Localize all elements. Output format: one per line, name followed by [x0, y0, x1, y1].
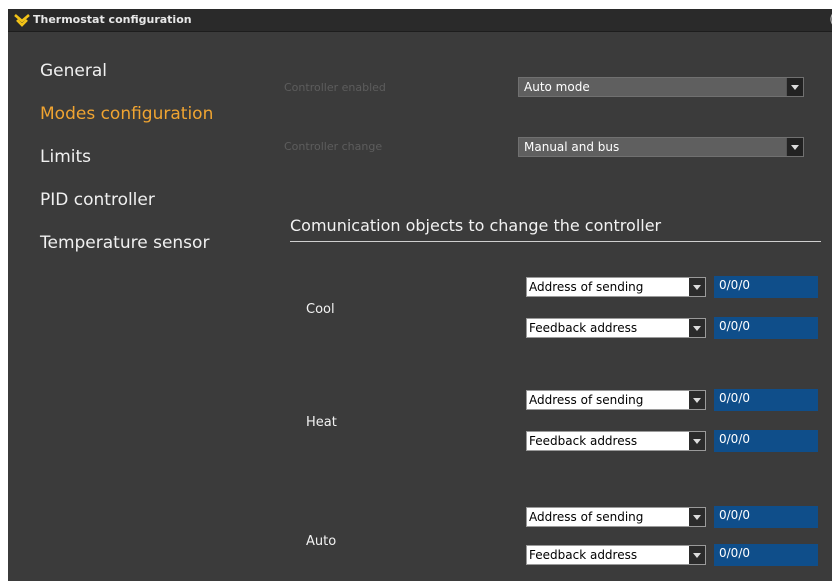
- nav-item-limits[interactable]: Limits: [40, 147, 91, 167]
- cool-send-address-value: 0/0/0: [719, 278, 750, 292]
- section-title: Comunication objects to change the contr…: [290, 216, 662, 235]
- auto-send-select[interactable]: Address of sending: [526, 507, 706, 527]
- heat-send-select-value: Address of sending: [529, 393, 644, 407]
- yellow-chevrons-icon: [14, 12, 30, 28]
- controller-change-select[interactable]: Manual and bus: [518, 137, 804, 157]
- controller-change-value: Manual and bus: [524, 140, 620, 154]
- mode-label-cool: Cool: [306, 302, 335, 317]
- cool-send-select-value: Address of sending: [529, 280, 644, 294]
- auto-feedback-address-value: 0/0/0: [719, 546, 750, 560]
- auto-feedback-select-value: Feedback address: [529, 548, 638, 562]
- controller-enabled-label: Controller enabled: [284, 81, 386, 94]
- chevron-down-icon[interactable]: [689, 508, 705, 526]
- chevron-down-icon[interactable]: [689, 432, 705, 450]
- window-title: Thermostat configuration: [33, 13, 192, 26]
- mode-label-auto: Auto: [306, 534, 337, 549]
- cool-feedback-address-value: 0/0/0: [719, 319, 750, 333]
- chevron-down-icon[interactable]: [689, 278, 705, 296]
- nav-item-modes-configuration[interactable]: Modes configuration: [40, 104, 213, 124]
- cool-feedback-address-field[interactable]: 0/0/0: [714, 317, 818, 339]
- auto-send-address-value: 0/0/0: [719, 508, 750, 522]
- chevron-down-icon[interactable]: [786, 78, 803, 96]
- chevron-down-icon[interactable]: [689, 546, 705, 564]
- controller-enabled-value: Auto mode: [524, 80, 590, 94]
- cool-send-address-field[interactable]: 0/0/0: [714, 276, 818, 298]
- heat-send-select[interactable]: Address of sending: [526, 390, 706, 410]
- chevron-down-icon[interactable]: [689, 319, 705, 337]
- heat-feedback-select[interactable]: Feedback address: [526, 431, 706, 451]
- auto-feedback-select[interactable]: Feedback address: [526, 545, 706, 565]
- auto-feedback-address-field[interactable]: 0/0/0: [714, 544, 818, 566]
- cool-feedback-select-value: Feedback address: [529, 321, 638, 335]
- mode-label-heat: Heat: [306, 415, 337, 430]
- heat-send-address-field[interactable]: 0/0/0: [714, 389, 818, 411]
- heat-feedback-select-value: Feedback address: [529, 434, 638, 448]
- auto-send-select-value: Address of sending: [529, 510, 644, 524]
- nav-item-general[interactable]: General: [40, 61, 107, 81]
- controller-enabled-select[interactable]: Auto mode: [518, 77, 804, 97]
- thermostat-config-window: Thermostat configuration ( General Modes…: [8, 9, 832, 581]
- heat-feedback-address-field[interactable]: 0/0/0: [714, 430, 818, 452]
- cool-send-select[interactable]: Address of sending: [526, 277, 706, 297]
- chevron-down-icon[interactable]: [689, 391, 705, 409]
- auto-send-address-field[interactable]: 0/0/0: [714, 506, 818, 528]
- chevron-down-icon[interactable]: [786, 138, 803, 156]
- heat-feedback-address-value: 0/0/0: [719, 432, 750, 446]
- title-bar: Thermostat configuration (: [8, 9, 832, 32]
- heat-send-address-value: 0/0/0: [719, 391, 750, 405]
- cool-feedback-select[interactable]: Feedback address: [526, 318, 706, 338]
- nav-item-temperature-sensor[interactable]: Temperature sensor: [40, 233, 209, 253]
- controller-change-label: Controller change: [284, 140, 383, 153]
- nav-item-pid-controller[interactable]: PID controller: [40, 190, 155, 210]
- section-divider: [290, 241, 821, 242]
